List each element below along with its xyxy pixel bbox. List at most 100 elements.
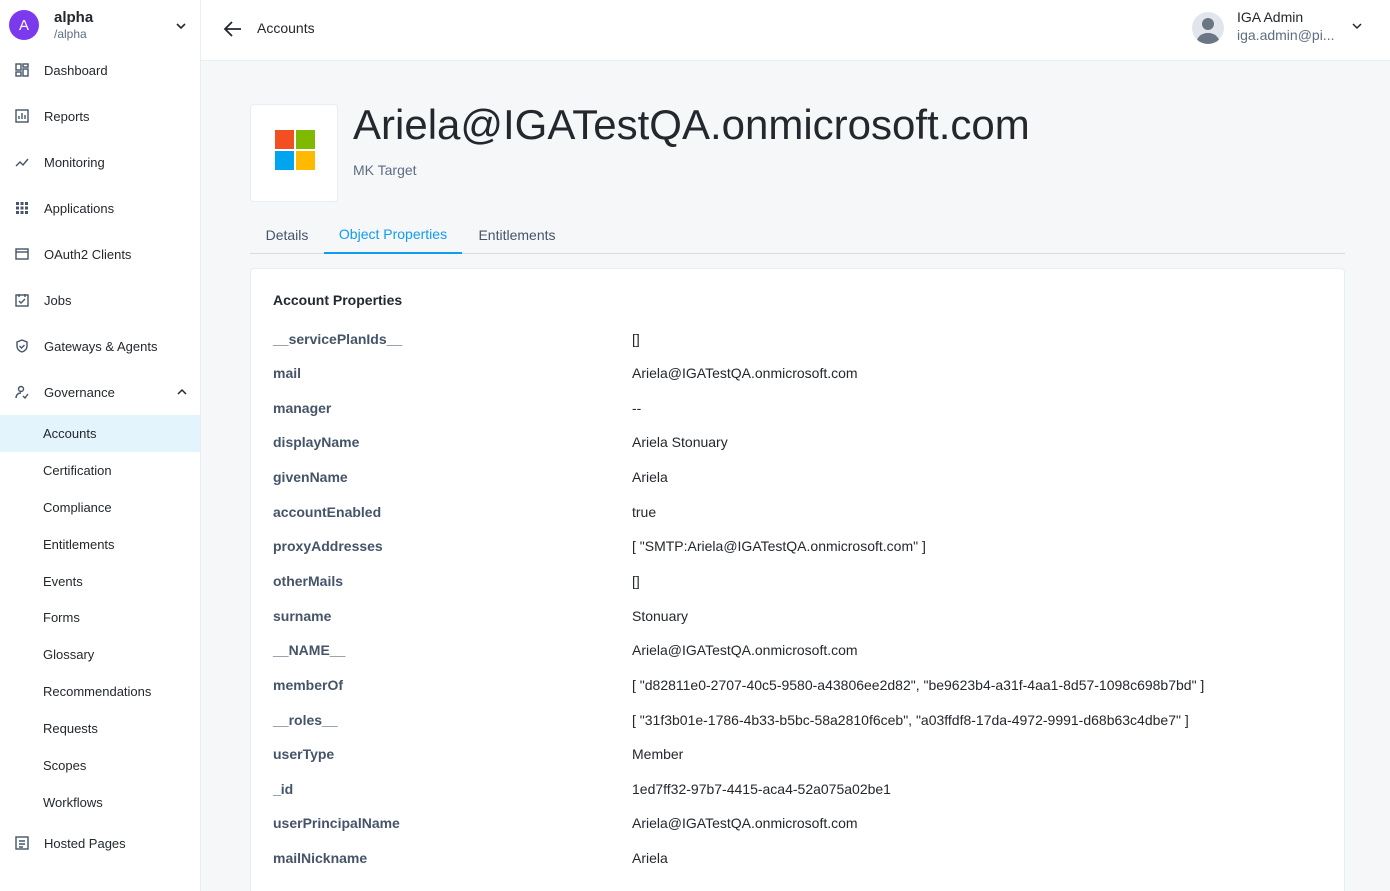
sidebar-item-governance[interactable]: Governance	[0, 372, 200, 412]
property-row: mailNickname Ariela	[251, 842, 1344, 876]
sidebar-item-label: OAuth2 Clients	[44, 246, 132, 262]
sidebar-item-label: Forms	[43, 610, 80, 625]
sidebar-item-label: Glossary	[43, 647, 95, 662]
user-menu[interactable]: IGA Admin iga.admin@pi...	[1190, 6, 1370, 52]
property-key: userType	[273, 746, 335, 762]
property-value: [ "d82811e0-2707-40c5-9580-a43806ee2d82"…	[632, 677, 1205, 693]
property-key: _id	[273, 781, 294, 797]
hosted-pages-icon	[14, 835, 30, 851]
property-key: surname	[273, 608, 332, 624]
property-key: __servicePlanIds__	[273, 331, 403, 347]
sidebar-item-label: Scopes	[43, 758, 87, 773]
property-value: 1ed7ff32-97b7-4415-aca4-52a075a02be1	[632, 781, 891, 797]
property-value: [ "SMTP:Ariela@IGATestQA.onmicrosoft.com…	[632, 538, 926, 554]
property-key: userPrincipalName	[273, 815, 400, 831]
realm-switcher[interactable]: A alpha /alpha	[0, 0, 200, 50]
breadcrumb: Accounts	[257, 20, 315, 36]
property-row: __roles__ [ "31f3b01e-1786-4b33-b5bc-58a2…	[251, 704, 1344, 738]
property-row: displayName Ariela Stonuary	[251, 426, 1344, 460]
sidebar-item-events[interactable]: Events	[0, 563, 200, 600]
sidebar-item-label: Accounts	[43, 426, 97, 441]
sidebar-item-label: Workflows	[43, 795, 103, 810]
application-logo	[250, 104, 338, 202]
sidebar-item-label: Entitlements	[43, 537, 115, 552]
property-value: Ariela Stonuary	[632, 434, 728, 450]
property-row: memberOf [ "d82811e0-2707-40c5-9580-a4380…	[251, 669, 1344, 703]
property-key: mail	[273, 365, 302, 381]
tab-details[interactable]: Details	[250, 216, 324, 254]
property-row: otherMails []	[251, 565, 1344, 599]
property-row: givenName Ariela	[251, 461, 1344, 495]
property-key: __roles__	[273, 712, 338, 728]
sidebar-item-dashboard[interactable]: Dashboard	[0, 50, 200, 90]
sidebar-item-certification[interactable]: Certification	[0, 452, 200, 489]
property-value: Ariela@IGATestQA.onmicrosoft.com	[632, 365, 858, 381]
tab-object-properties[interactable]: Object Properties	[324, 216, 462, 254]
sidebar-item-reports[interactable]: Reports	[0, 96, 200, 136]
sidebar-item-accounts[interactable]: Accounts	[0, 415, 200, 452]
sidebar-item-requests[interactable]: Requests	[0, 710, 200, 747]
chevron-down-icon	[1352, 23, 1362, 30]
user-name: IGA Admin	[1237, 9, 1304, 25]
page-title: Ariela@IGATestQA.onmicrosoft.com	[353, 101, 1030, 148]
sidebar-item-workflows[interactable]: Workflows	[0, 784, 200, 821]
property-row: manager --	[251, 392, 1344, 426]
property-value: Stonuary	[632, 608, 689, 624]
account-properties-card: Account Properties __servicePlanIds__ [] m…	[250, 268, 1345, 891]
property-key: displayName	[273, 434, 360, 450]
governance-icon	[14, 384, 30, 400]
microsoft-logo-icon	[275, 130, 315, 170]
sidebar-item-label: Reports	[44, 108, 90, 124]
sidebar-item-oauth2-clients[interactable]: OAuth2 Clients	[0, 234, 200, 274]
user-email: iga.admin@pi...	[1237, 27, 1335, 43]
property-key: proxyAddresses	[273, 538, 383, 554]
sidebar: A alpha /alpha Dashboard Reports Monitor…	[0, 0, 201, 891]
property-row: userType Member	[251, 738, 1344, 772]
sidebar-item-label: Dashboard	[44, 62, 108, 78]
property-value: Member	[632, 746, 684, 762]
sidebar-item-monitoring[interactable]: Monitoring	[0, 142, 200, 182]
property-row: accountEnabled true	[251, 496, 1344, 530]
property-key: __NAME__	[273, 642, 346, 658]
property-key: otherMails	[273, 573, 344, 589]
property-row: __NAME__ Ariela@IGATestQA.onmicrosoft.com	[251, 634, 1344, 668]
property-value: true	[632, 504, 657, 520]
sidebar-item-label: Governance	[44, 384, 115, 400]
sidebar-item-gateways-agents[interactable]: Gateways & Agents	[0, 326, 200, 366]
sidebar-item-scopes[interactable]: Scopes	[0, 747, 200, 784]
sidebar-item-compliance[interactable]: Compliance	[0, 489, 200, 526]
property-key: givenName	[273, 469, 348, 485]
property-row: userPrincipalName Ariela@IGATestQA.onmicr…	[251, 807, 1344, 841]
sidebar-item-hosted-pages[interactable]: Hosted Pages	[0, 823, 200, 863]
sidebar-item-jobs[interactable]: Jobs	[0, 280, 200, 320]
sidebar-item-label: Recommendations	[43, 684, 152, 699]
sidebar-item-label: Certification	[43, 463, 112, 478]
property-row: surname Stonuary	[251, 600, 1344, 634]
avatar	[1192, 12, 1224, 44]
chevron-down-icon	[176, 23, 186, 30]
tab-entitlements[interactable]: Entitlements	[462, 216, 572, 254]
property-value: [ "31f3b01e-1786-4b33-b5bc-58a2810f6ceb"…	[632, 712, 1189, 728]
sidebar-item-label: Hosted Pages	[44, 835, 126, 851]
realm-name: alpha	[54, 8, 94, 26]
sidebar-item-glossary[interactable]: Glossary	[0, 636, 200, 673]
property-value: Ariela@IGATestQA.onmicrosoft.com	[632, 642, 858, 658]
property-value: []	[632, 331, 640, 347]
property-row: proxyAddresses [ "SMTP:Ariela@IGATestQA.o…	[251, 530, 1344, 564]
back-arrow-icon[interactable]	[222, 18, 244, 40]
sidebar-item-label: Monitoring	[44, 154, 105, 170]
property-row: __servicePlanIds__ []	[251, 323, 1344, 357]
realm-avatar: A	[9, 10, 39, 40]
property-key: memberOf	[273, 677, 344, 693]
applications-icon	[14, 200, 30, 216]
sidebar-item-recommendations[interactable]: Recommendations	[0, 673, 200, 710]
dashboard-icon	[14, 62, 30, 78]
sidebar-item-forms[interactable]: Forms	[0, 599, 200, 636]
property-row: mail Ariela@IGATestQA.onmicrosoft.com	[251, 357, 1344, 391]
sidebar-item-entitlements[interactable]: Entitlements	[0, 526, 200, 563]
sidebar-item-label: Gateways & Agents	[44, 338, 158, 354]
tab-bar: Details Object Properties Entitlements	[250, 216, 1345, 254]
sidebar-item-applications[interactable]: Applications	[0, 188, 200, 228]
property-value: Ariela	[632, 850, 668, 866]
property-row: _id 1ed7ff32-97b7-4415-aca4-52a075a02be1	[251, 773, 1344, 807]
